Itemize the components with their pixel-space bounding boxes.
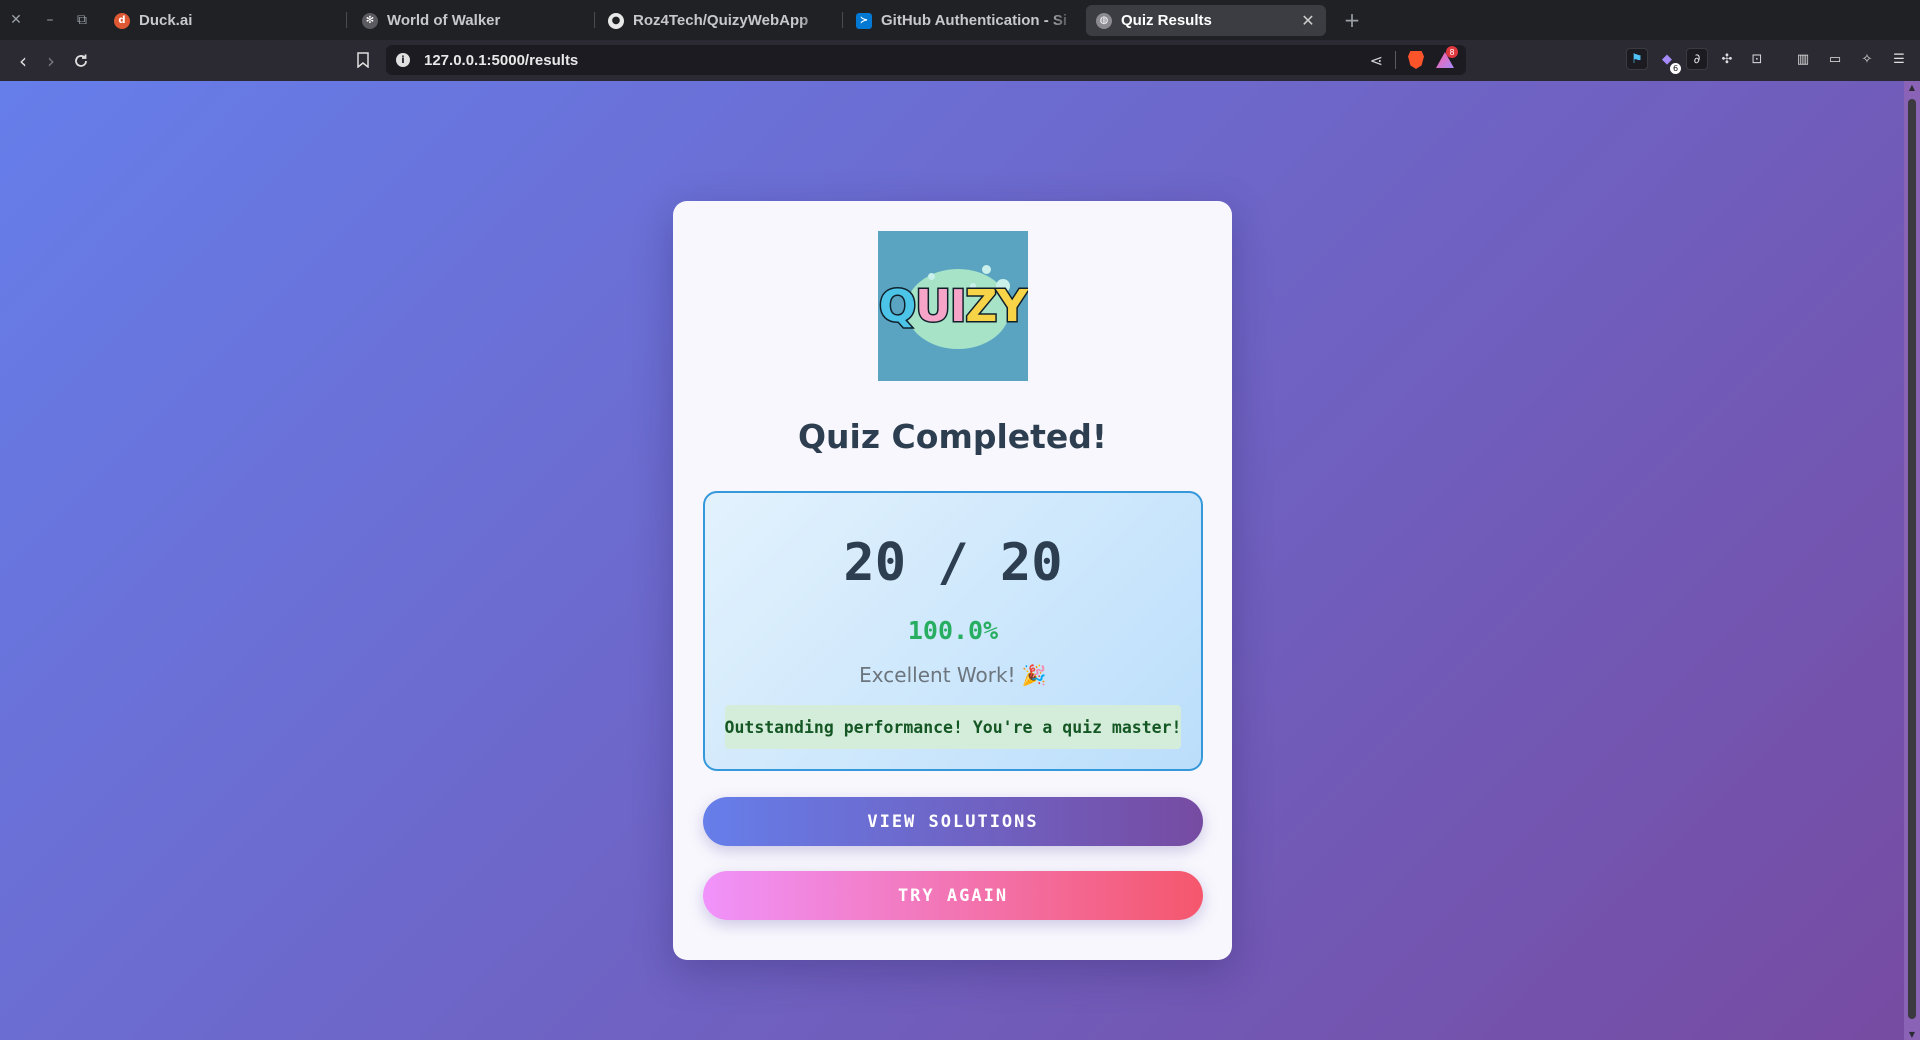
sidebar-icon[interactable]: ▥ [1792,48,1814,70]
window-minimize-icon[interactable]: – [34,0,66,40]
logo-wordmark: QUIZY [878,280,1028,334]
score-value: 20 / 20 [843,533,1063,593]
quizy-logo: QUIZY [878,231,1028,381]
vscode-icon: ≻ [856,12,872,29]
page-title: Quiz Completed! [798,417,1107,456]
url-text[interactable]: 127.0.0.1:5000/results [424,52,578,69]
score-panel: 20 / 20 100.0% Excellent Work! 🎉 Outstan… [703,491,1203,771]
reload-icon[interactable] [66,40,96,81]
toolbar-right: ▥ ▭ ✧ ☰ [1792,48,1910,70]
new-tab-button[interactable]: + [1340,7,1364,33]
close-tab-icon[interactable]: ✕ [1300,11,1316,30]
tab-world-of-walker[interactable]: ✻ World of Walker [352,5,592,36]
scroll-down-icon[interactable]: ▼ [1908,1030,1916,1039]
extension-link-icon[interactable]: ∂ [1686,48,1708,70]
extension-gem-icon[interactable]: ◆ 6 [1656,48,1681,74]
divider [1395,51,1396,69]
rewards-badge: 8 [1446,46,1458,58]
extension-flag-icon[interactable]: ⚑ [1626,48,1648,70]
github-icon: ● [608,12,624,29]
scroll-thumb[interactable] [1908,99,1916,1019]
window-close-icon[interactable]: ✕ [0,0,32,40]
extension-badge: 6 [1670,63,1681,74]
duckduckgo-icon: d [114,12,130,29]
tab-separator [346,12,347,28]
scroll-up-icon[interactable]: ▲ [1908,83,1916,92]
page-scrollbar[interactable]: ▲ ▼ [1904,81,1920,1040]
tab-title: World of Walker [387,12,501,29]
view-solutions-button[interactable]: VIEW SOLUTIONS [703,797,1203,846]
menu-icon[interactable]: ☰ [1888,48,1910,70]
results-card: QUIZY Quiz Completed! 20 / 20 100.0% Exc… [673,201,1232,960]
tab-title: GitHub Authentication - Si [881,12,1068,29]
wallet-icon[interactable]: ▭ [1824,48,1846,70]
feedback-message: Outstanding performance! You're a quiz m… [725,705,1181,749]
tab-title: Duck.ai [139,12,193,29]
extensions-puzzle-icon[interactable]: ✣ [1716,48,1738,70]
extension-search-icon[interactable]: ⊡ [1746,48,1768,70]
address-bar[interactable]: i 127.0.0.1:5000/results ⋖ 8 [386,45,1466,75]
tab-duck-ai[interactable]: d Duck.ai [104,5,344,36]
try-again-button[interactable]: TRY AGAIN [703,871,1203,920]
forward-icon[interactable]: › [36,40,66,81]
back-icon[interactable]: ‹ [8,40,38,81]
tab-quiz-results[interactable]: ◍ Quiz Results ✕ [1086,5,1326,36]
tab-separator [842,12,843,28]
page-viewport: QUIZY Quiz Completed! 20 / 20 100.0% Exc… [0,81,1904,1040]
tab-github-auth[interactable]: ≻ GitHub Authentication - Si [846,5,1086,36]
score-rating: Excellent Work! 🎉 [859,663,1047,687]
globe-icon: ◍ [1096,12,1112,29]
tab-title: Quiz Results [1121,12,1212,29]
share-icon[interactable]: ⋖ [1370,51,1383,70]
browser-toolbar: ‹ › i 127.0.0.1:5000/results ⋖ 8 ⚑ ◆ 6 ∂… [0,40,1920,81]
extensions-area: ⚑ ◆ 6 ∂ ✣ ⊡ [1626,48,1768,74]
score-percentage: 100.0% [907,616,999,645]
site-info-icon[interactable]: i [396,53,410,67]
tab-strip: ✕ – ⧉ d Duck.ai ✻ World of Walker ● Roz4… [0,0,1920,40]
leo-ai-icon[interactable]: ✧ [1856,48,1878,70]
tab-separator [594,12,595,28]
brave-rewards-icon[interactable]: 8 [1436,46,1458,68]
brave-shields-icon[interactable] [1408,51,1424,69]
bookmark-icon[interactable] [352,48,374,72]
window-restore-icon[interactable]: ⧉ [66,0,98,40]
tab-github-repo[interactable]: ● Roz4Tech/QuizyWebApp [598,5,838,36]
tab-title: Roz4Tech/QuizyWebApp [633,12,809,29]
walker-icon: ✻ [362,12,378,29]
